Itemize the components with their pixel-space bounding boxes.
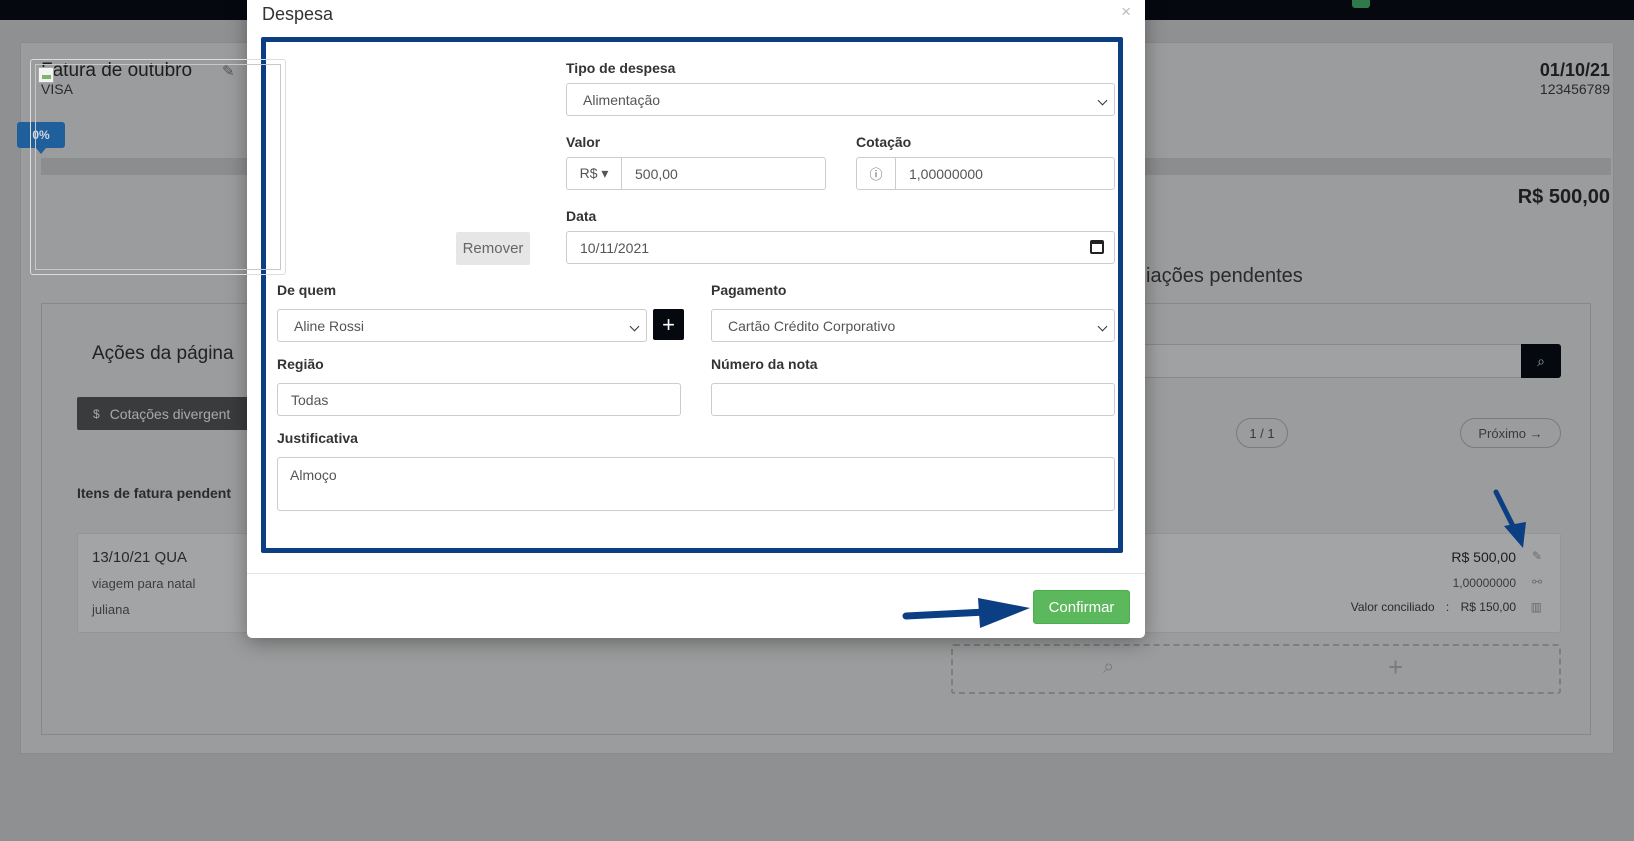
edit-icon[interactable]: ✎ (1532, 549, 1542, 563)
annotation-arrow-down-icon (1493, 489, 1526, 548)
justification-textarea[interactable]: Almoço (277, 457, 1115, 511)
search-icon[interactable]: ⌕ (1103, 656, 1114, 679)
justification-label: Justificativa (277, 430, 358, 446)
invoice-number-input[interactable] (711, 383, 1115, 416)
pending-items-label: Itens de fatura pendent (77, 485, 232, 501)
rate-input[interactable]: 1,00000000 (895, 157, 1115, 190)
expense-type-label: Tipo de despesa (566, 60, 676, 76)
conciliation-search-input[interactable] (1143, 344, 1521, 378)
trash-icon[interactable]: ▥ (1531, 600, 1542, 614)
date-label: Data (566, 208, 597, 224)
value-text: 500,00 (635, 165, 678, 182)
annotation-arrow-right-icon (902, 598, 1030, 628)
divergent-rates-label: Cotações divergent (109, 405, 231, 422)
item-description: viagem para natal (92, 576, 196, 591)
item-rate: 1,00000000 (1452, 576, 1516, 590)
modal-title: Despesa (262, 4, 334, 24)
search-icon: ⌕ (1537, 352, 1545, 369)
info-icon: ⓘ (856, 157, 896, 190)
rate-text: 1,00000000 (909, 165, 983, 182)
modal-footer-divider (247, 573, 1145, 574)
broken-image-icon (38, 67, 54, 83)
conciliation-title: iações pendentes (1146, 265, 1303, 287)
payment-select[interactable]: Cartão Crédito Corporativo (711, 309, 1115, 342)
receipt-image (35, 64, 281, 270)
from-select[interactable]: Aline Rossi (277, 309, 647, 342)
date-input[interactable]: 10/11/2021 (566, 231, 1115, 264)
region-label: Região (277, 356, 324, 372)
app-icon[interactable] (1352, 0, 1370, 8)
justification-text: Almoço (290, 467, 337, 483)
value-input[interactable]: 500,00 (621, 157, 826, 190)
rate-label: Cotação (856, 134, 912, 150)
confirm-button[interactable]: Confirmar (1033, 590, 1130, 624)
conciliated-label: Valor conciliado (1350, 600, 1435, 614)
pagination-indicator: 1 / 1 (1236, 418, 1288, 448)
link-icon[interactable]: ⚯ (1532, 575, 1542, 589)
close-icon[interactable]: × (1121, 2, 1131, 22)
invoice-number-label: Número da nota (711, 356, 818, 372)
region-value: Todas (291, 391, 329, 408)
conciliated-value: R$ 150,00 (1460, 600, 1516, 614)
currency-dropdown[interactable]: R$ ▾ (566, 157, 622, 190)
add-person-button[interactable]: + (653, 309, 684, 340)
plus-icon: + (662, 311, 675, 337)
item-conciliated: Valor conciliado : R$ 150,00 (1351, 600, 1516, 614)
invoice-total: R$ 500,00 (1517, 186, 1610, 208)
conciliated-separator: : (1445, 600, 1450, 614)
next-page-button[interactable]: Próximo → (1460, 418, 1561, 448)
value-label: Valor (566, 134, 601, 150)
calendar-icon[interactable] (1090, 240, 1104, 254)
invoice-date: 01/10/21 (1539, 60, 1610, 80)
plus-icon[interactable]: + (1388, 652, 1403, 683)
receipt-image-box[interactable] (30, 59, 286, 275)
region-input[interactable]: Todas (277, 383, 681, 416)
payment-value: Cartão Crédito Corporativo (728, 317, 896, 334)
remove-image-button[interactable]: Remover (456, 232, 530, 265)
item-date: 13/10/21 QUA (92, 549, 188, 566)
expense-type-select[interactable]: Alimentação (566, 83, 1115, 116)
from-value: Aline Rossi (294, 317, 365, 334)
date-text: 10/11/2021 (580, 239, 650, 256)
from-label: De quem (277, 282, 337, 298)
payment-label: Pagamento (711, 282, 787, 298)
actions-title: Ações da página (92, 343, 234, 364)
add-conciliation-area[interactable] (951, 644, 1561, 694)
dollar-icon: $ (93, 406, 100, 421)
invoice-number: 123456789 (1539, 81, 1610, 97)
search-button[interactable]: ⌕ (1521, 344, 1561, 378)
expense-type-value: Alimentação (583, 91, 661, 108)
item-user: juliana (92, 602, 130, 617)
